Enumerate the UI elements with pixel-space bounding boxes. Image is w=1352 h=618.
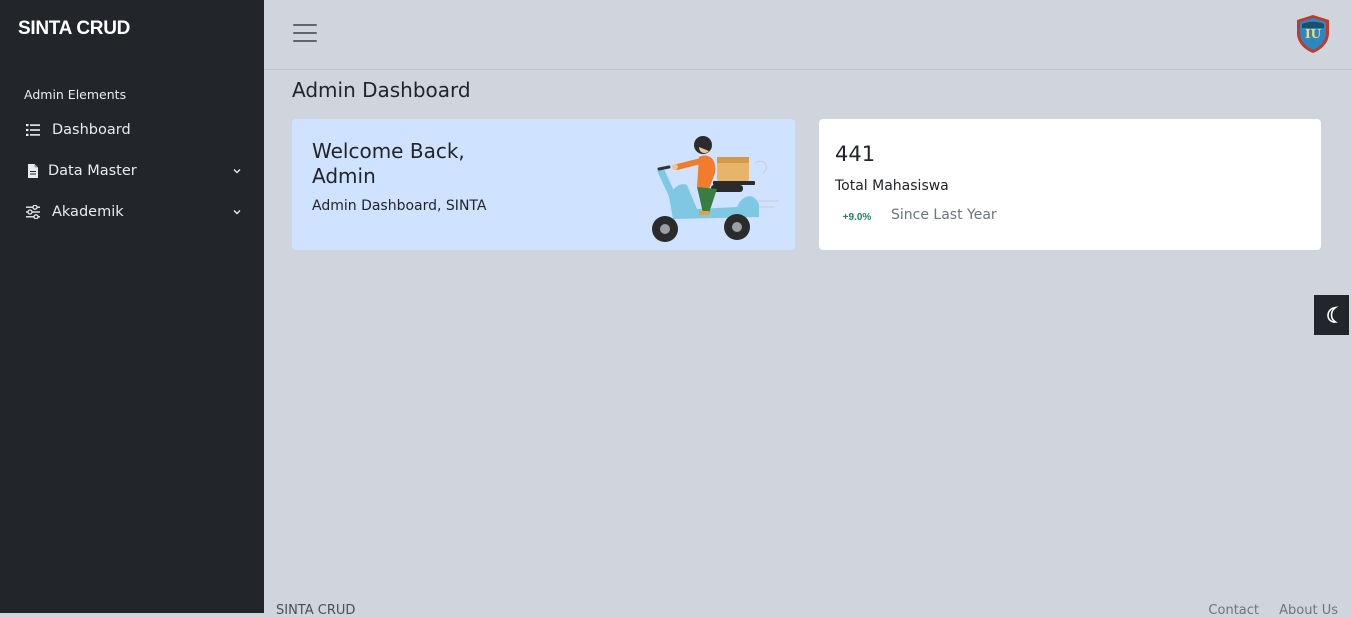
scooter-illustration	[652, 136, 779, 242]
footer-link-contact[interactable]: Contact	[1208, 603, 1259, 618]
app-brand[interactable]: SINTA CRUD	[18, 18, 130, 40]
footer-link-about[interactable]: About Us	[1279, 603, 1338, 618]
stat-since-text: Since Last Year	[891, 207, 997, 223]
welcome-card: Welcome Back, Admin Admin Dashboard, SIN…	[292, 119, 795, 250]
sidebar-item-akademik[interactable]: Akademik	[0, 194, 264, 230]
chevron-down-icon	[233, 169, 241, 174]
sidebar-item-label: Dashboard	[52, 122, 131, 138]
chevron-down-icon	[233, 210, 241, 215]
sidebar: SINTA CRUD Admin Elements Dashboard Data…	[0, 0, 264, 613]
footer-links: Contact About Us	[1192, 603, 1338, 618]
stat-label: Total Mahasiswa	[835, 178, 949, 194]
theme-toggle-button[interactable]	[1314, 295, 1349, 335]
sidebar-item-dashboard[interactable]: Dashboard	[0, 112, 264, 148]
hamburger-menu-icon[interactable]	[293, 24, 317, 44]
main-content: IU Admin Dashboard Welcome Back, Admin A…	[264, 0, 1352, 618]
page-title: Admin Dashboard	[292, 78, 471, 102]
stat-card: 441 Total Mahasiswa +9.0% Since Last Yea…	[819, 119, 1321, 250]
footer-brand: SINTA CRUD	[276, 603, 356, 618]
stat-value: 441	[835, 142, 876, 166]
moon-icon	[1326, 306, 1338, 323]
sidebar-item-label: Akademik	[52, 204, 124, 220]
avatar-logo-text: IU	[1305, 27, 1322, 41]
list-icon	[26, 124, 40, 136]
welcome-title: Welcome Back, Admin	[312, 139, 465, 188]
sidebar-section-header: Admin Elements	[24, 87, 127, 102]
welcome-subtitle: Admin Dashboard, SINTA	[312, 198, 487, 214]
sliders-icon	[26, 205, 40, 219]
sidebar-item-data-master[interactable]: Data Master	[0, 153, 264, 189]
avatar[interactable]: IU	[1292, 13, 1334, 55]
topbar: IU	[264, 0, 1352, 70]
sidebar-item-label: Data Master	[48, 163, 137, 179]
stat-change-badge: +9.0%	[842, 211, 872, 223]
file-icon	[28, 164, 38, 178]
